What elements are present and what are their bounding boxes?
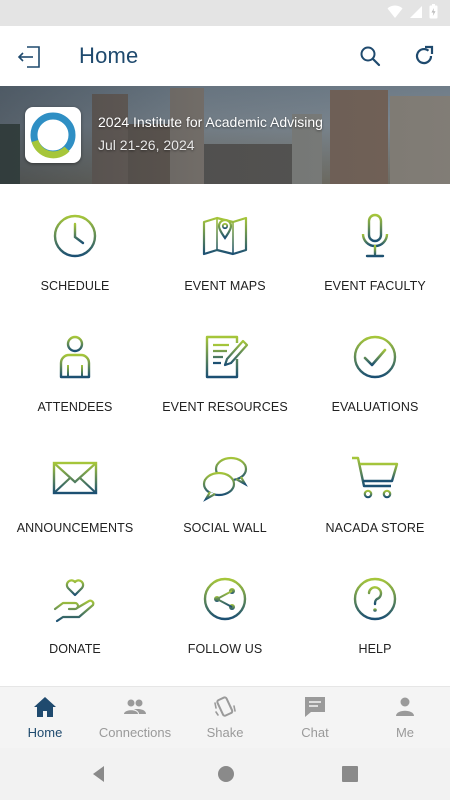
- map-icon: [202, 216, 248, 256]
- chat-bubbles-icon: [202, 456, 248, 502]
- tile-label: EVENT FACULTY: [324, 279, 426, 293]
- tile-label: NACADA STORE: [325, 521, 425, 535]
- nav-label: Chat: [301, 725, 329, 740]
- nav-label: Home: [27, 725, 63, 740]
- event-dates: Jul 21-26, 2024: [98, 137, 195, 153]
- page-title: Home: [79, 43, 139, 68]
- people-icon: [124, 699, 146, 714]
- event-title: 2024 Institute for Academic Advising: [98, 114, 323, 130]
- tile-label: HELP: [358, 642, 392, 656]
- search-icon[interactable]: [358, 44, 382, 68]
- app-bar: Home: [0, 26, 450, 86]
- tile-announcements[interactable]: ANNOUNCEMENTS: [0, 426, 150, 547]
- nav-chat[interactable]: Chat: [270, 687, 360, 749]
- nav-label: Shake: [206, 725, 244, 740]
- menu-grid: SCHEDULE EVENT MAPS EVENT FACULTY ATTEND…: [0, 184, 450, 686]
- chat-icon: [305, 697, 325, 717]
- document-edit-icon: [205, 335, 249, 379]
- tile-evaluations[interactable]: EVALUATIONS: [300, 305, 450, 426]
- envelope-icon: [52, 461, 98, 495]
- tile-event-maps[interactable]: EVENT MAPS: [150, 184, 300, 305]
- shake-icon: [214, 696, 236, 717]
- tile-event-faculty[interactable]: EVENT FACULTY: [300, 184, 450, 305]
- shopping-cart-icon: [352, 456, 399, 499]
- event-logo: [25, 107, 81, 163]
- tile-label: SOCIAL WALL: [183, 521, 267, 535]
- tile-help[interactable]: HELP: [300, 547, 450, 668]
- tile-nacada-store[interactable]: NACADA STORE: [300, 426, 450, 547]
- check-circle-icon: [353, 335, 397, 379]
- tile-label: EVENT MAPS: [184, 279, 266, 293]
- recents-square-icon[interactable]: [340, 764, 360, 784]
- heart-hand-icon: [53, 579, 95, 623]
- tile-follow-us[interactable]: FOLLOW US: [150, 547, 300, 668]
- tile-donate[interactable]: DONATE: [0, 547, 150, 668]
- person-icon: [59, 335, 91, 379]
- nav-label: Me: [395, 725, 415, 740]
- share-icon: [203, 577, 247, 621]
- tile-label: ANNOUNCEMENTS: [16, 521, 134, 535]
- bottom-nav: Home Connections Shake Chat Me: [0, 686, 450, 748]
- event-banner[interactable]: 2024 Institute for Academic Advising Jul…: [0, 86, 450, 184]
- nav-shake[interactable]: Shake: [180, 687, 270, 749]
- nav-label: Connections: [98, 725, 172, 740]
- clock-icon: [53, 214, 97, 258]
- question-circle-icon: [353, 577, 397, 621]
- tile-label: DONATE: [49, 642, 101, 656]
- home-icon: [34, 697, 56, 717]
- status-icons: [387, 4, 438, 19]
- refresh-icon[interactable]: [412, 44, 436, 68]
- logout-icon[interactable]: [16, 43, 44, 71]
- tile-label: EVALUATIONS: [331, 400, 419, 414]
- back-triangle-icon[interactable]: [89, 764, 109, 784]
- microphone-icon: [361, 213, 389, 258]
- battery-icon: [429, 4, 438, 19]
- tile-label: FOLLOW US: [187, 642, 263, 656]
- wifi-icon: [387, 5, 403, 18]
- home-circle-icon[interactable]: [216, 764, 236, 784]
- tile-label: ATTENDEES: [37, 400, 113, 414]
- tile-label: EVENT RESOURCES: [162, 400, 288, 414]
- system-nav-bar: [0, 748, 450, 800]
- tile-label: SCHEDULE: [40, 279, 110, 293]
- tile-schedule[interactable]: SCHEDULE: [0, 184, 150, 305]
- user-icon: [396, 697, 414, 716]
- nav-me[interactable]: Me: [360, 687, 450, 749]
- nacada-logo-icon: [30, 112, 76, 159]
- cell-signal-icon: [410, 5, 422, 18]
- nav-home[interactable]: Home: [0, 687, 90, 749]
- tile-attendees[interactable]: ATTENDEES: [0, 305, 150, 426]
- tile-event-resources[interactable]: EVENT RESOURCES: [150, 305, 300, 426]
- nav-connections[interactable]: Connections: [90, 687, 180, 749]
- status-bar: [0, 0, 450, 26]
- tile-social-wall[interactable]: SOCIAL WALL: [150, 426, 300, 547]
